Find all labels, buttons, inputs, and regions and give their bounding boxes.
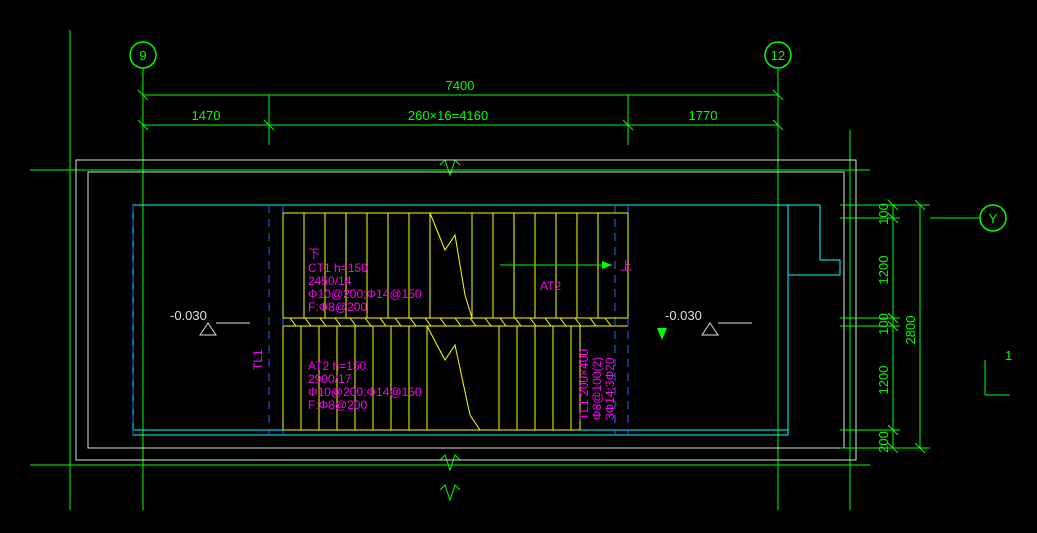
grid-bubble-left-text: 9 — [139, 48, 146, 63]
grid-bubble-right: 12 — [765, 42, 791, 135]
grid-bubble-left: 9 — [130, 42, 156, 135]
at2-slope: 2900/17 — [308, 372, 352, 386]
beam-stirrup: Φ8@100(2) — [590, 357, 604, 420]
up-marker: 上 — [620, 259, 632, 273]
dim-h-0: 100 — [876, 203, 891, 225]
ct1-slope: 2450/14 — [308, 274, 352, 288]
break-mark-bot2 — [440, 485, 460, 500]
svg-text:TL1 200×400: TL1 200×400 — [577, 349, 591, 420]
svg-text:AT2 h=150: AT2 h=150 — [308, 359, 366, 373]
elev-left-value: -0.030 — [170, 308, 207, 323]
beam-size: 200×400 — [577, 349, 591, 396]
svg-text:Φ10@200;Φ14@150: Φ10@200;Φ14@150 — [308, 287, 422, 301]
dim-h-2: 100 — [876, 313, 891, 335]
elev-left: -0.030 — [170, 308, 667, 340]
mid-landing — [283, 318, 628, 326]
beam-bars: 3Φ14;3Φ20 — [603, 357, 617, 420]
ct1-foot: F:Φ8@200 — [308, 300, 367, 314]
section-mark: 1 — [985, 348, 1012, 395]
ct1-main: Φ10@200 — [308, 287, 363, 301]
beam-name: TL1 — [577, 399, 591, 420]
grid-bubble-side-text: Y — [989, 211, 998, 226]
dim-total-width-value: 7400 — [446, 78, 475, 93]
dim-h-total: 2800 — [903, 316, 918, 345]
section-mark-label: 1 — [1005, 348, 1012, 363]
ct1-h: 150 — [348, 261, 368, 275]
ct1-name: CT1 — [308, 261, 331, 275]
break-mark-top — [440, 160, 460, 175]
break-mark-bot — [440, 455, 460, 470]
anno-beam: TL1 200×400 Φ8@100(2) 3Φ14;3Φ20 — [577, 349, 617, 420]
dim-h-1: 1200 — [876, 256, 891, 285]
at2-h: 150 — [346, 359, 366, 373]
dim-seg-0: 1470 — [192, 108, 221, 123]
svg-text:CT1 h=150: CT1 h=150 — [308, 261, 368, 275]
elev-right-value: -0.030 — [665, 308, 702, 323]
elev-right: -0.030 — [665, 308, 752, 335]
grid-bubble-side: Y — [930, 205, 1006, 231]
dim-seg-2: 1770 — [689, 108, 718, 123]
dim-seg-1: 260×16=4160 — [408, 108, 488, 123]
at2-main: Φ10@200 — [308, 385, 363, 399]
hidden-lines — [133, 205, 628, 435]
dim-height-segments: 100 1200 100 1200 200 2800 — [840, 200, 930, 453]
dim-width-segments: 1470 260×16=4160 1770 — [138, 95, 783, 145]
svg-text:Φ10@200;Φ14@150: Φ10@200;Φ14@150 — [308, 385, 422, 399]
at2-foot: F:Φ8@200 — [308, 398, 367, 412]
dim-h-3: 1200 — [876, 366, 891, 395]
side-label: TL1 — [251, 349, 265, 370]
at2-dist: Φ14@150 — [366, 385, 421, 399]
anno-upper-flight: 下 CT1 h=150 2450/14 Φ10@200;Φ14@150 F:Φ8… — [308, 247, 632, 314]
at2-name: AT2 — [308, 359, 329, 373]
at2-label: AT2 — [540, 279, 561, 293]
grid-bubble-right-text: 12 — [771, 48, 785, 63]
ct1-dist: Φ14@150 — [366, 287, 421, 301]
dim-total-width: 7400 — [138, 78, 783, 100]
anno-lower-flight: AT2 h=150 2900/17 Φ10@200;Φ14@150 F:Φ8@2… — [308, 359, 422, 412]
down-marker: 下 — [308, 247, 320, 261]
dim-h-4: 200 — [876, 431, 891, 453]
